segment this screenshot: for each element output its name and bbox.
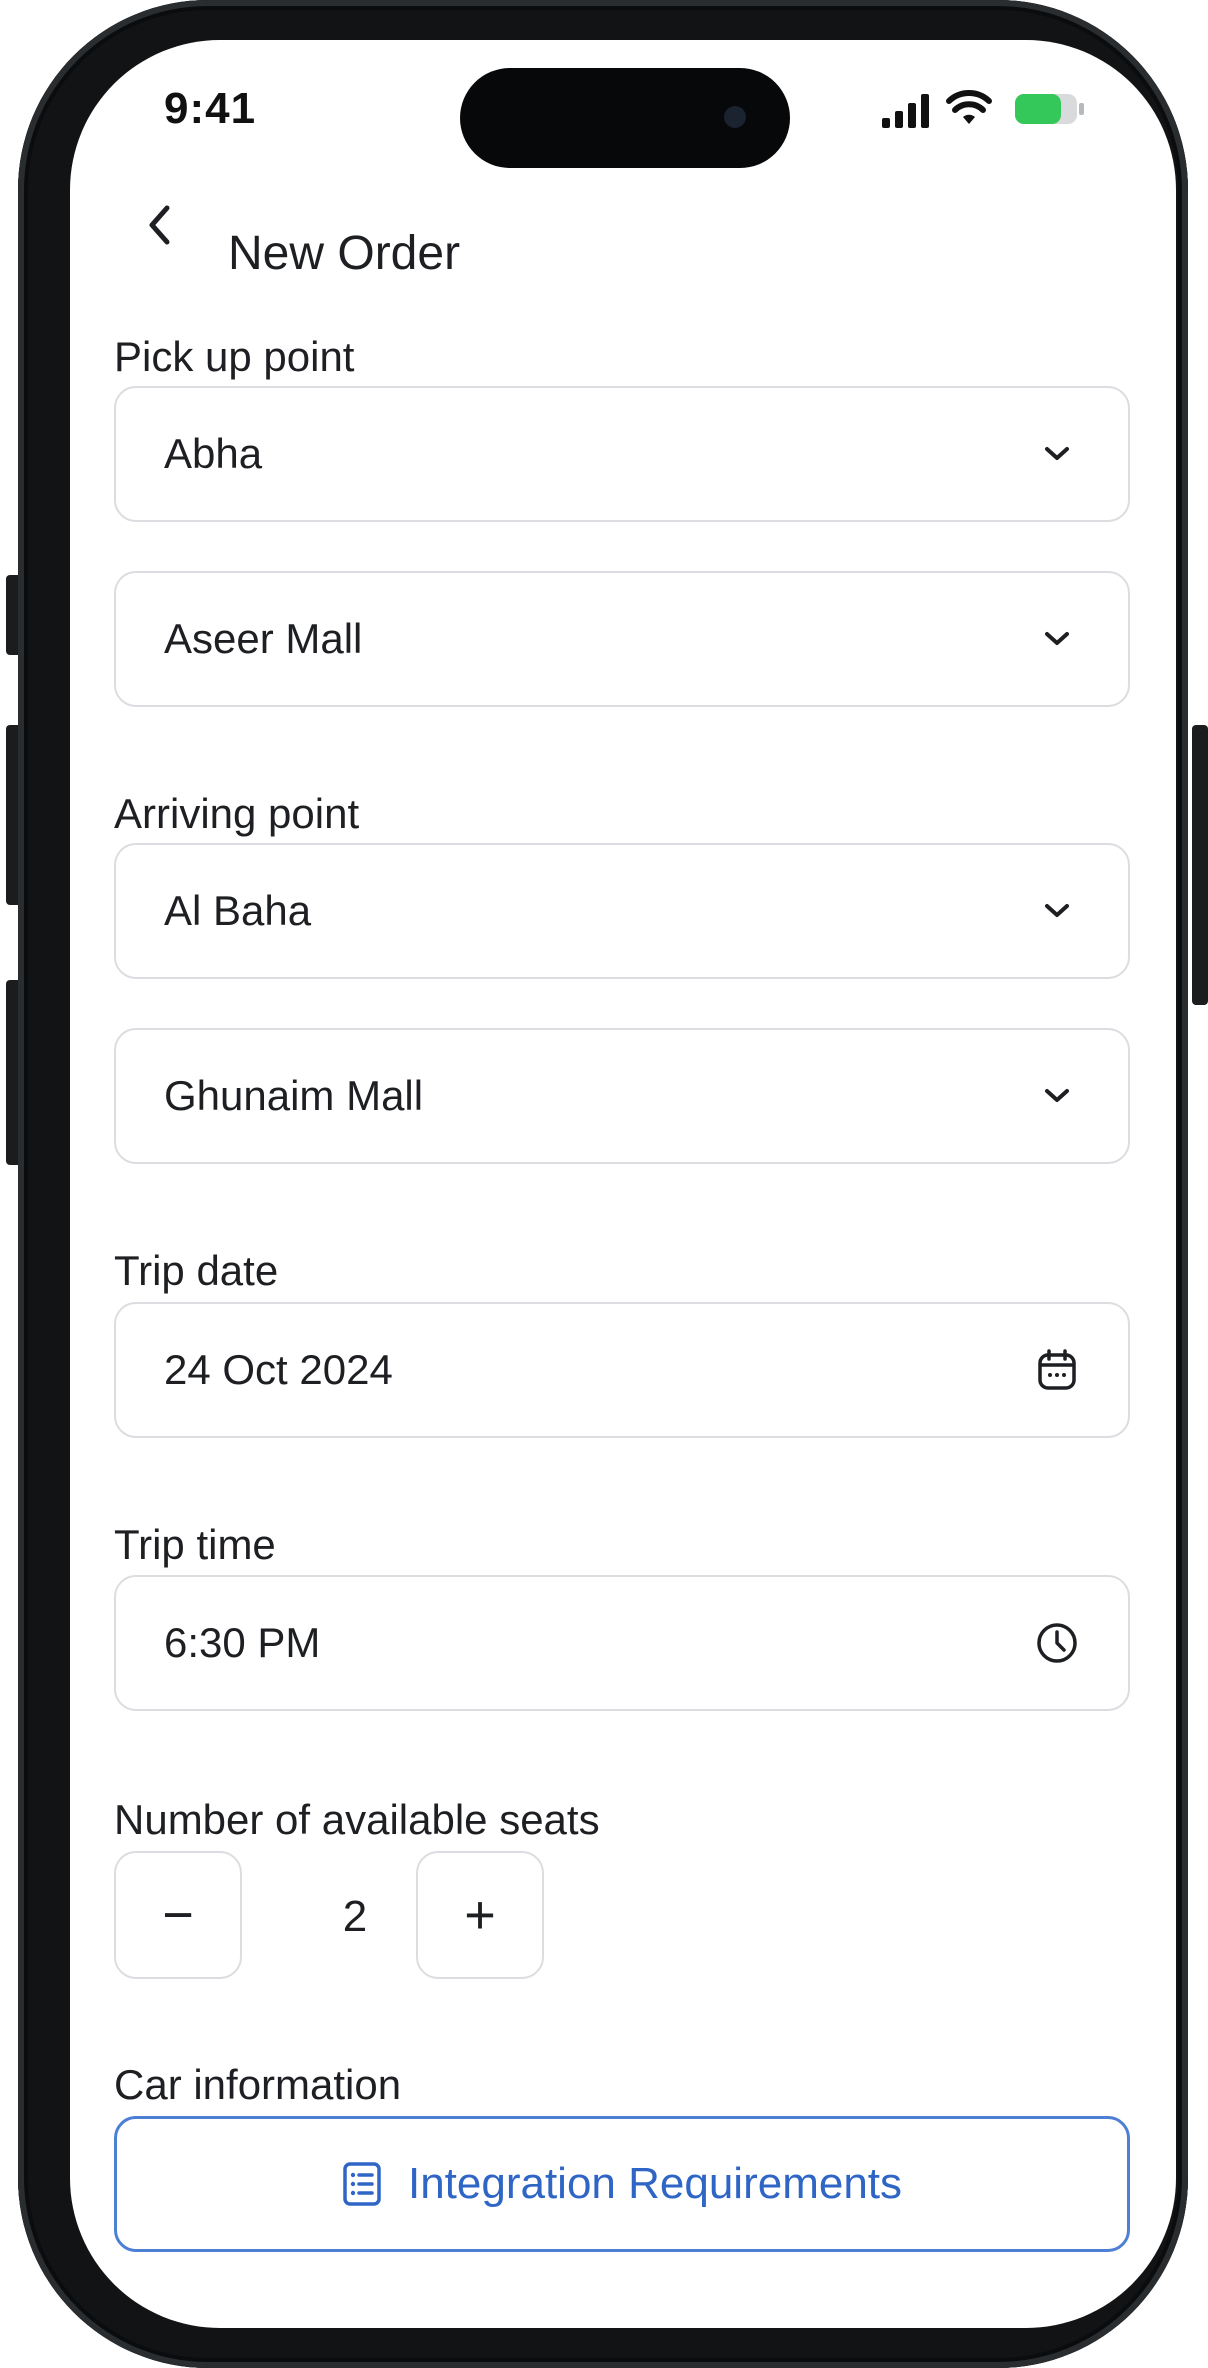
integration-requirements-button[interactable]: Integration Requirements [114,2116,1130,2252]
trip-date-label: Trip date [114,1247,279,1294]
calendar-icon[interactable] [1034,1347,1080,1393]
clock-icon[interactable] [1034,1620,1080,1666]
pickup-place-value: Aseer Mall [164,615,363,662]
camera-icon [724,106,746,128]
seats-decrement-button[interactable]: − [114,1851,242,1979]
trip-date-field[interactable]: 24 Oct 2024 [114,1302,1130,1438]
chevron-left-icon [149,205,170,245]
arriving-place-select[interactable]: Ghunaim Mall [114,1028,1130,1164]
arriving-city-select[interactable]: Al Baha [114,843,1130,979]
seats-increment-button[interactable]: + [416,1851,544,1979]
app-screen: 9:41 New Order Pick up point Abha Aseer … [70,40,1176,2328]
arriving-city-value: Al Baha [164,887,312,934]
chevron-down-icon [1034,1073,1080,1119]
trip-time-value: 6:30 PM [164,1619,321,1666]
back-button[interactable] [130,190,190,260]
trip-date-value: 24 Oct 2024 [164,1346,393,1393]
trip-time-label: Trip time [114,1521,276,1568]
chevron-down-icon [1034,888,1080,934]
pickup-city-select[interactable]: Abha [114,386,1130,522]
dynamic-island [460,68,790,168]
pickup-city-value: Abha [164,430,263,477]
document-list-icon [343,2162,381,2206]
status-time: 9:41 [164,84,257,133]
power-button [1192,725,1208,1005]
battery-icon [1015,94,1084,124]
seats-label: Number of available seats [114,1796,600,1843]
seats-count: 2 [342,1892,368,1941]
page-title: New Order [228,227,461,280]
pickup-label: Pick up point [114,333,355,380]
arriving-place-value: Ghunaim Mall [164,1072,424,1119]
arriving-label: Arriving point [114,790,360,837]
integration-requirements-label: Integration Requirements [407,2159,903,2208]
chevron-down-icon [1034,431,1080,477]
car-info-label: Car information [114,2061,402,2108]
wifi-icon [946,90,992,124]
pickup-place-select[interactable]: Aseer Mall [114,571,1130,707]
phone-frame: 9:41 New Order Pick up point Abha Aseer … [18,0,1188,2368]
trip-time-field[interactable]: 6:30 PM [114,1575,1130,1711]
chevron-down-icon [1034,616,1080,662]
cellular-signal-icon [882,94,929,128]
